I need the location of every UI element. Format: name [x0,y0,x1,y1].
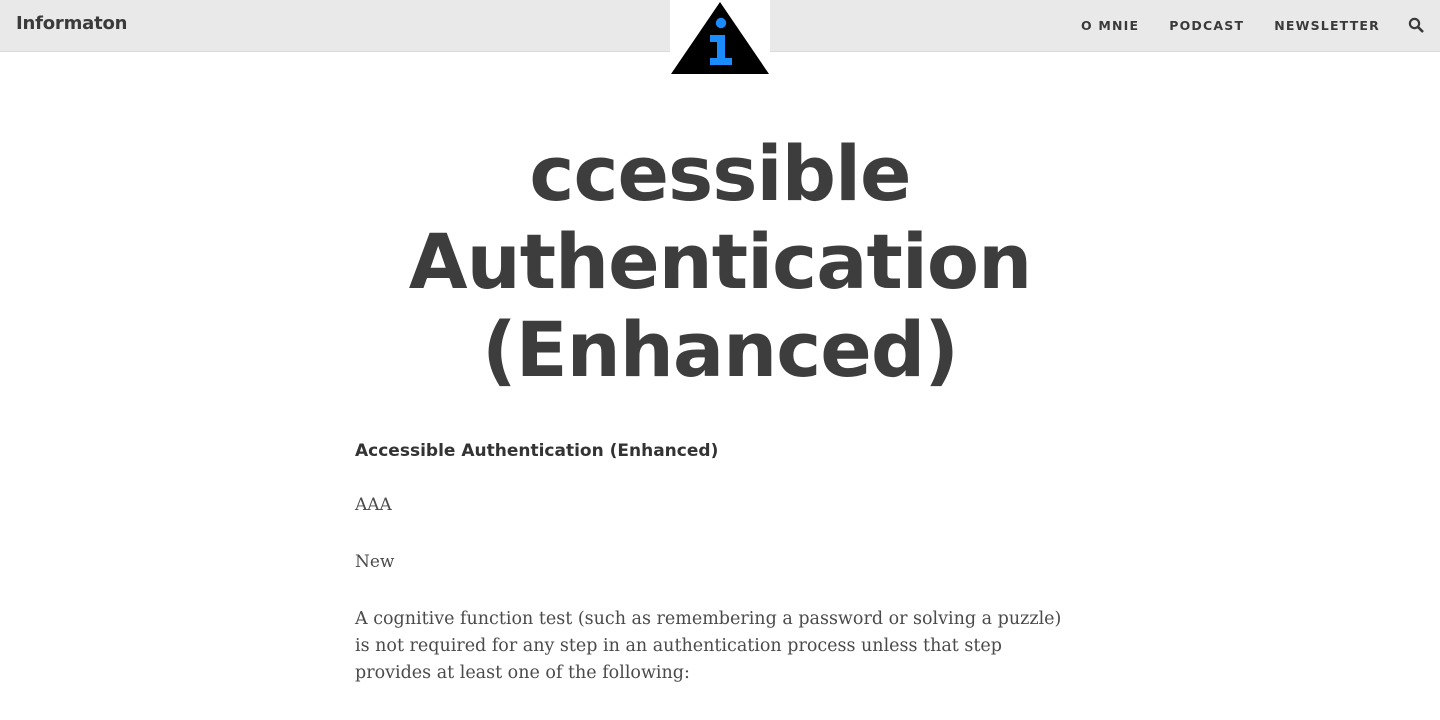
nav-link-podcast[interactable]: PODCAST [1169,18,1244,33]
status-label: New [355,552,395,572]
page-title-line-1: ccessible [529,129,911,218]
article-subheading: Accessible Authentication (Enhanced) [355,441,719,461]
nav-link-o-mnie[interactable]: O MNIE [1081,18,1139,33]
nav-link-newsletter[interactable]: NEWSLETTER [1274,18,1380,33]
site-logo[interactable] [670,0,770,75]
search-icon [1408,17,1424,33]
article-paragraph: A cognitive function test (such as remem… [355,609,1062,683]
article-content: Accessible Authentication (Enhanced) AAA… [355,438,1085,687]
main-nav: O MNIE PODCAST NEWSLETTER [1081,18,1380,33]
page-title-line-3: (Enhanced) [482,305,959,394]
page-title: ccessible Authentication (Enhanced) [320,130,1120,394]
site-title-link[interactable]: Informaton [16,13,127,34]
conformance-level: AAA [355,495,392,515]
page-title-line-2: Authentication [408,217,1032,306]
info-triangle-logo-icon [671,2,769,74]
search-button[interactable] [1408,17,1424,33]
